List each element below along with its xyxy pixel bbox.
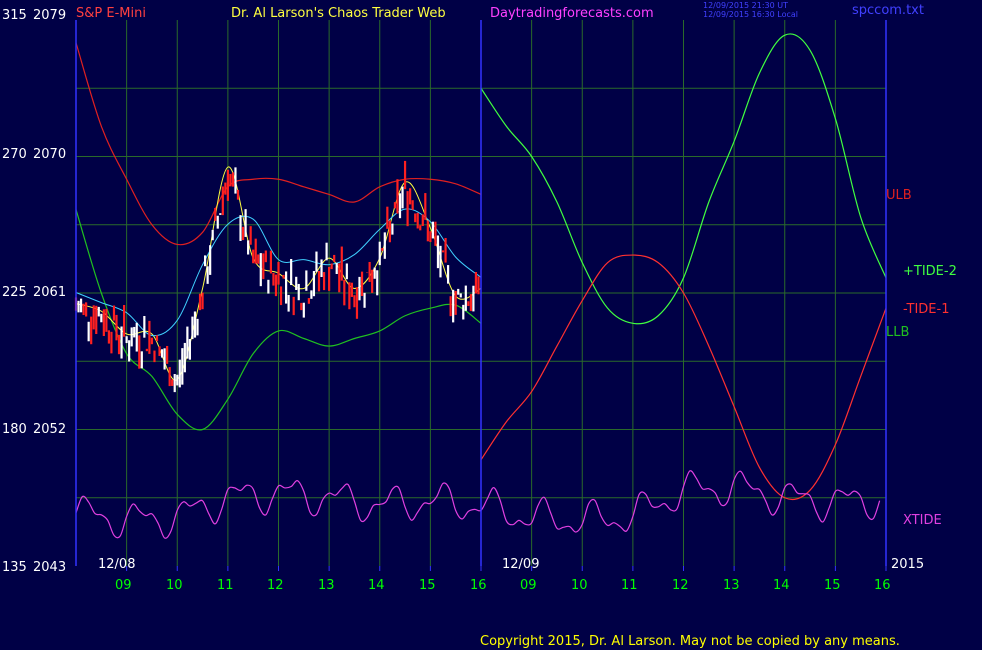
y-right-label: 2043 bbox=[33, 560, 66, 575]
x-tick-label: 16 bbox=[874, 578, 891, 593]
x-tick-label: 16 bbox=[470, 578, 487, 593]
header-title: Dr. Al Larson's Chaos Trader Web bbox=[231, 6, 446, 21]
ulb-label: ULB bbox=[886, 188, 912, 203]
y-left-label: 270 bbox=[2, 147, 27, 162]
x-tick-label: 09 bbox=[520, 578, 537, 593]
header-file: spccom.txt bbox=[852, 3, 924, 18]
x-tick-label: 13 bbox=[318, 578, 335, 593]
tide-plus-label: +TIDE-2 bbox=[903, 264, 957, 279]
header-site: Daytradingforecasts.com bbox=[490, 6, 654, 21]
chart-svg: S&P E-Mini Dr. Al Larson's Chaos Trader … bbox=[0, 0, 982, 650]
x-tick-label: 10 bbox=[571, 578, 588, 593]
x-tick-label: 14 bbox=[368, 578, 385, 593]
x-tick-label: 15 bbox=[824, 578, 841, 593]
x-tick-label: 10 bbox=[166, 578, 183, 593]
header-symbol: S&P E-Mini bbox=[76, 6, 146, 21]
y-left-label: 225 bbox=[2, 285, 27, 300]
y-right-label: 2052 bbox=[33, 422, 66, 437]
date-label: 12/08 bbox=[98, 557, 135, 572]
chart-background bbox=[0, 0, 982, 650]
y-left-label: 315 bbox=[2, 8, 27, 23]
x-tick-label: 15 bbox=[419, 578, 436, 593]
x-tick-label: 12 bbox=[267, 578, 284, 593]
x-tick-label: 09 bbox=[115, 578, 132, 593]
x-tick-label: 11 bbox=[621, 578, 638, 593]
header-stamp-2: 12/09/2015 16:30 Local bbox=[703, 10, 798, 19]
date-label: 12/09 bbox=[502, 557, 539, 572]
header-stamp-1: 12/09/2015 21:30 UT bbox=[703, 1, 788, 10]
year-label: 2015 bbox=[891, 557, 924, 572]
y-right-label: 2061 bbox=[33, 285, 66, 300]
tide-minus-label: -TIDE-1 bbox=[903, 302, 949, 317]
xtide-label: XTIDE bbox=[903, 513, 942, 528]
x-tick-label: 11 bbox=[217, 578, 234, 593]
x-tick-label: 13 bbox=[723, 578, 740, 593]
y-left-label: 135 bbox=[2, 560, 27, 575]
copyright: Copyright 2015, Dr. Al Larson. May not b… bbox=[480, 634, 900, 649]
x-tick-label: 12 bbox=[672, 578, 689, 593]
x-tick-label: 14 bbox=[773, 578, 790, 593]
y-right-label: 2070 bbox=[33, 147, 66, 162]
y-left-label: 180 bbox=[2, 422, 27, 437]
y-right-label: 2079 bbox=[33, 8, 66, 23]
llb-label: LLB bbox=[886, 325, 909, 340]
